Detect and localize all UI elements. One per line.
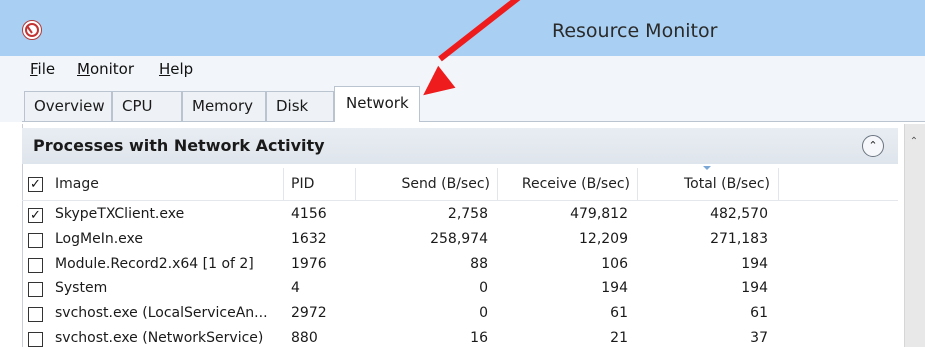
total-rate: 194 bbox=[741, 280, 768, 296]
menu-bar bbox=[0, 56, 925, 84]
select-all-checkbox[interactable]: ✓ bbox=[28, 177, 43, 192]
title-bar bbox=[0, 0, 925, 56]
total-rate: 482,570 bbox=[710, 206, 768, 222]
send-rate: 88 bbox=[470, 256, 488, 272]
process-image[interactable]: SkypeTXClient.exe bbox=[55, 206, 184, 222]
process-image[interactable]: System bbox=[55, 280, 107, 296]
process-image[interactable]: LogMeIn.exe bbox=[55, 231, 143, 247]
tab-overview[interactable]: Overview bbox=[24, 91, 112, 121]
column-header-receive[interactable]: Receive (B/sec) bbox=[500, 176, 630, 192]
column-divider[interactable] bbox=[497, 168, 498, 200]
row-checkbox[interactable] bbox=[28, 233, 43, 248]
send-rate: 0 bbox=[479, 280, 488, 296]
column-header-total[interactable]: Total (B/sec) bbox=[640, 176, 770, 192]
tab-network[interactable]: Network bbox=[334, 86, 420, 122]
process-image[interactable]: svchost.exe (LocalServiceAn... bbox=[55, 305, 268, 321]
row-checkbox[interactable] bbox=[28, 332, 43, 347]
column-header-image[interactable]: Image bbox=[55, 176, 99, 192]
menu-file[interactable]: File bbox=[30, 60, 55, 78]
receive-rate: 21 bbox=[610, 330, 628, 346]
send-rate: 2,758 bbox=[447, 206, 488, 222]
window-title: Resource Monitor bbox=[552, 20, 718, 42]
total-rate: 194 bbox=[741, 256, 768, 272]
tab-strip-divider bbox=[22, 121, 925, 122]
process-pid: 4156 bbox=[291, 206, 327, 222]
row-checkbox[interactable]: ✓ bbox=[28, 208, 43, 223]
resource-monitor-icon[interactable] bbox=[22, 20, 42, 40]
receive-rate: 479,812 bbox=[570, 206, 628, 222]
menu-help[interactable]: Help bbox=[159, 60, 193, 78]
total-rate: 37 bbox=[750, 330, 768, 346]
row-checkbox[interactable] bbox=[28, 307, 43, 322]
section-title: Processes with Network Activity bbox=[33, 136, 325, 155]
send-rate: 16 bbox=[470, 330, 488, 346]
process-pid: 1976 bbox=[291, 256, 327, 272]
vertical-scrollbar[interactable] bbox=[904, 124, 925, 347]
row-checkbox[interactable] bbox=[28, 258, 43, 273]
receive-rate: 12,209 bbox=[579, 231, 628, 247]
column-header-pid[interactable]: PID bbox=[291, 176, 314, 192]
receive-rate: 194 bbox=[601, 280, 628, 296]
row-checkbox[interactable] bbox=[28, 282, 43, 297]
send-rate: 0 bbox=[479, 305, 488, 321]
process-pid: 4 bbox=[291, 280, 300, 296]
tab-memory[interactable]: Memory bbox=[182, 91, 266, 121]
column-divider[interactable] bbox=[355, 168, 356, 200]
receive-rate: 106 bbox=[601, 256, 628, 272]
tab-disk[interactable]: Disk bbox=[266, 91, 334, 121]
process-pid: 1632 bbox=[291, 231, 327, 247]
column-divider[interactable] bbox=[778, 168, 779, 200]
sort-descending-icon bbox=[703, 166, 711, 170]
process-pid: 880 bbox=[291, 330, 318, 346]
send-rate: 258,974 bbox=[430, 231, 488, 247]
tab-cpu[interactable]: CPU bbox=[112, 91, 182, 121]
receive-rate: 61 bbox=[610, 305, 628, 321]
column-divider[interactable] bbox=[283, 168, 284, 200]
total-rate: 61 bbox=[750, 305, 768, 321]
process-pid: 2972 bbox=[291, 305, 327, 321]
menu-monitor[interactable]: Monitor bbox=[77, 60, 134, 78]
header-divider bbox=[22, 200, 898, 201]
process-image[interactable]: Module.Record2.x64 [1 of 2] bbox=[55, 256, 254, 272]
process-image[interactable]: svchost.exe (NetworkService) bbox=[55, 330, 263, 346]
total-rate: 271,183 bbox=[710, 231, 768, 247]
column-header-send[interactable]: Send (B/sec) bbox=[360, 176, 490, 192]
column-divider[interactable] bbox=[637, 168, 638, 200]
chevron-up-icon[interactable]: ⌃ bbox=[862, 135, 884, 157]
scroll-up-arrow-icon[interactable]: ⌃ bbox=[906, 136, 922, 150]
